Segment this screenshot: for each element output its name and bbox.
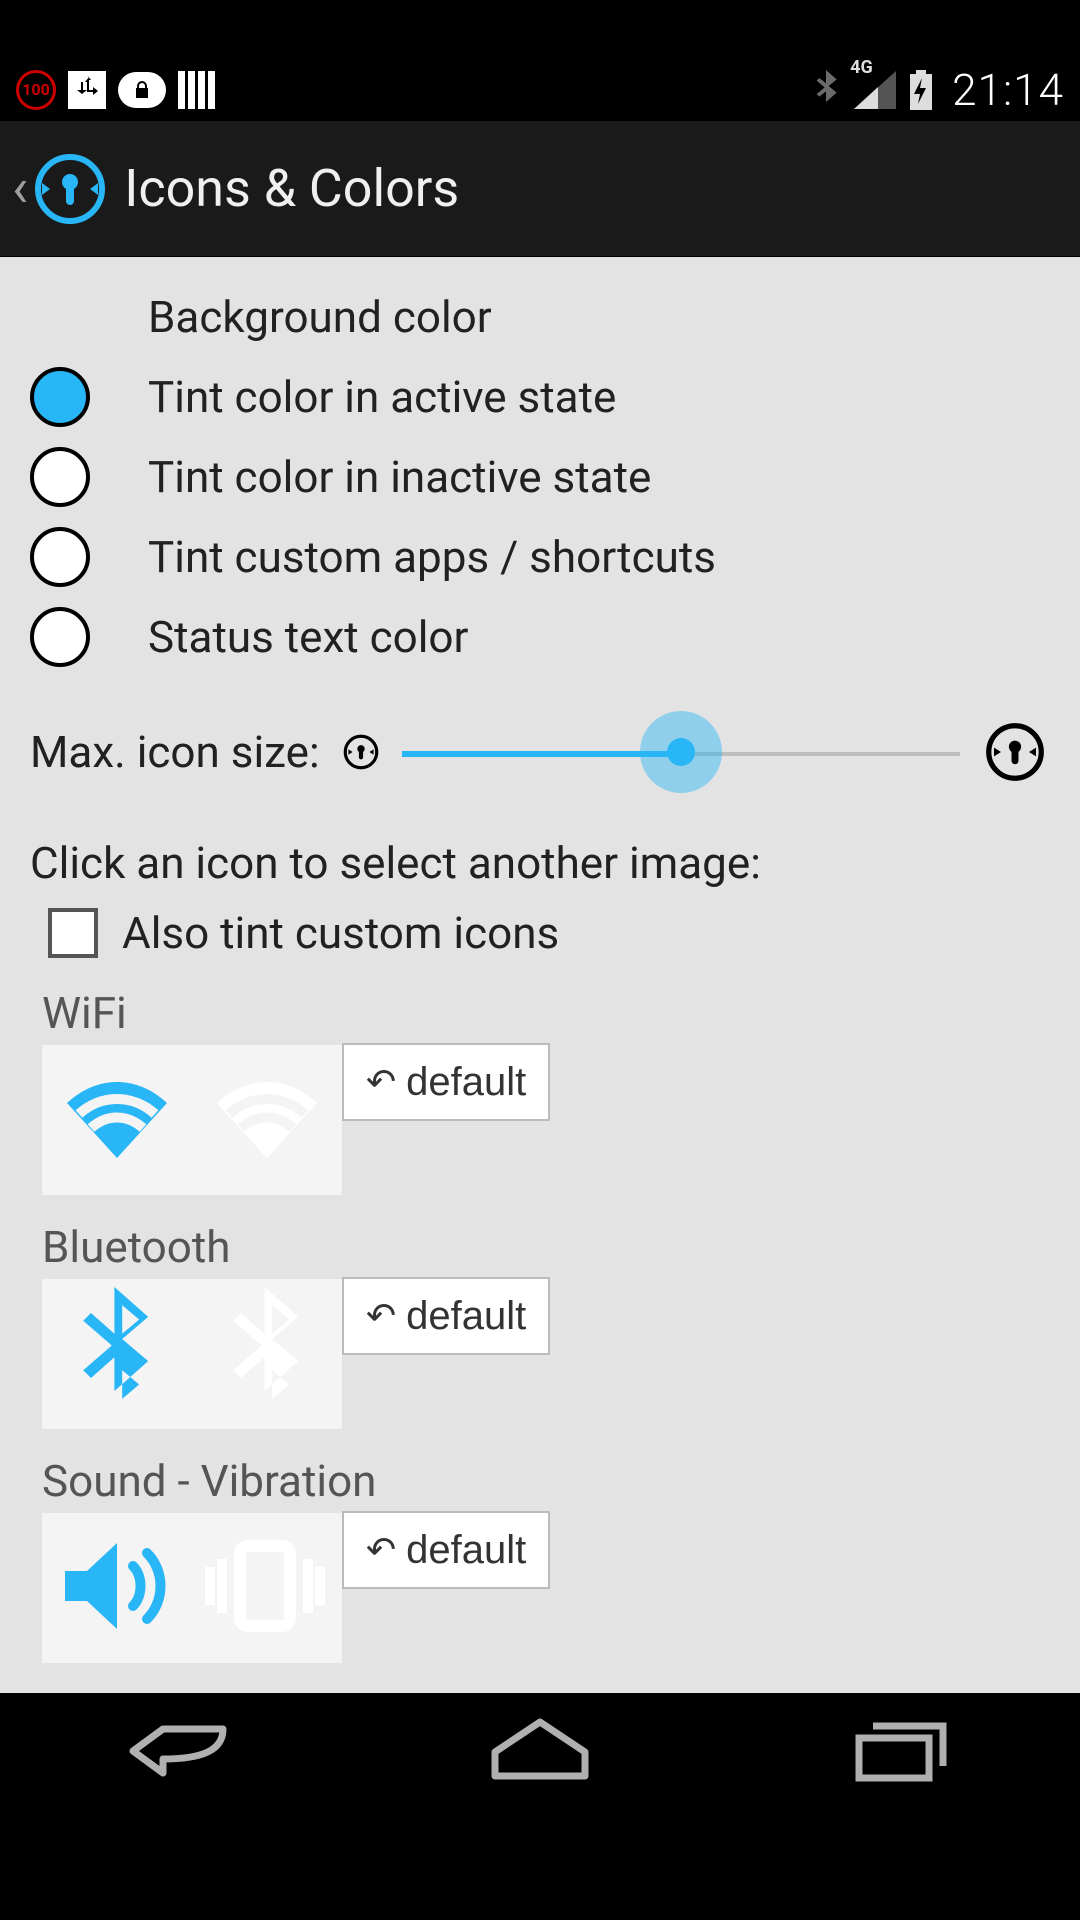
icon-group-sound-vibration: Sound - Vibration ↶ [0,1437,1080,1671]
bluetooth-active-icon[interactable] [77,1287,157,1421]
battery-circle-icon: 100 [16,70,56,110]
default-button[interactable]: ↶ default [342,1043,550,1121]
wrench-large-icon [980,717,1050,787]
color-option-status-text[interactable]: Status text color [0,597,1080,677]
color-option-label: Status text color [148,611,468,663]
also-tint-checkbox-row[interactable]: Also tint custom icons [0,901,1080,969]
icon-size-row: Max. icon size: [0,697,1080,817]
icon-group-title: Sound - Vibration [42,1455,1050,1507]
undo-icon: ↶ [366,1061,396,1103]
equalizer-icon [178,71,215,109]
color-swatch-icon[interactable] [30,367,90,427]
default-button[interactable]: ↶ default [342,1511,550,1589]
color-option-label: Tint color in active state [148,371,616,423]
color-option-background[interactable]: Background color [0,277,1080,357]
color-swatch-icon[interactable] [30,527,90,587]
select-image-heading: Click an icon to select another image: [0,817,1080,901]
icon-size-slider[interactable] [402,722,960,782]
undo-icon: ↶ [366,1295,396,1337]
nav-home-icon[interactable] [485,1716,595,1790]
icon-group-wifi: WiFi [0,969,1080,1203]
icon-group-title: Bluetooth [42,1221,1050,1273]
sound-on-icon[interactable] [55,1531,175,1645]
icon-pair [42,1045,342,1195]
app-logo-icon[interactable] [30,149,110,229]
cell-signal-icon: 4G [854,71,896,109]
back-caret-icon[interactable]: ‹ [12,157,28,220]
color-option-custom-tint[interactable]: Tint custom apps / shortcuts [0,517,1080,597]
status-clock: 21:14 [952,64,1064,116]
undo-icon: ↶ [366,1529,396,1571]
icon-group-title: WiFi [42,987,1050,1039]
icon-group-bluetooth: Bluetooth ↶ default [0,1203,1080,1437]
battery-charging-icon [908,70,934,110]
default-button-label: default [406,1294,526,1339]
wifi-inactive-icon[interactable] [207,1068,327,1172]
content-scroll[interactable]: Background color Tint color in active st… [0,257,1080,1693]
nav-back-icon[interactable] [125,1721,235,1785]
color-option-active-tint[interactable]: Tint color in active state [0,357,1080,437]
icon-group-sound-vibrate-silent: Sound - Vibrate - Silent [0,1671,1080,1693]
also-tint-label: Also tint custom icons [122,907,559,959]
color-option-inactive-tint[interactable]: Tint color in inactive state [0,437,1080,517]
color-option-label: Tint custom apps / shortcuts [148,531,716,583]
wrench-small-icon [340,731,382,773]
page-title: Icons & Colors [124,158,459,219]
icon-size-label: Max. icon size: [30,726,320,778]
default-button-label: default [406,1060,526,1105]
default-button[interactable]: ↶ default [342,1277,550,1355]
default-button-label: default [406,1528,526,1573]
android-nav-bar [0,1693,1080,1813]
usb-icon [68,71,106,109]
status-bar: 100 4G 21:14 [0,58,1080,121]
icon-pair [42,1513,342,1663]
color-option-label: Tint color in inactive state [148,451,651,503]
checkbox-icon[interactable] [48,908,98,958]
bluetooth-status-icon [810,70,842,110]
color-swatch-icon[interactable] [30,447,90,507]
bluetooth-inactive-icon[interactable] [227,1287,307,1421]
wifi-active-icon[interactable] [57,1068,177,1172]
device-letterbox-top [0,0,1080,58]
vibrate-icon[interactable] [200,1531,330,1645]
icon-pair [42,1279,342,1429]
device-letterbox-bottom [0,1813,1080,1920]
lock-notification-icon [118,72,166,108]
action-bar: ‹ Icons & Colors [0,121,1080,257]
color-option-label: Background color [148,291,492,343]
nav-recents-icon[interactable] [845,1716,955,1790]
color-option-list: Background color Tint color in active st… [0,277,1080,677]
color-swatch-icon[interactable] [30,607,90,667]
